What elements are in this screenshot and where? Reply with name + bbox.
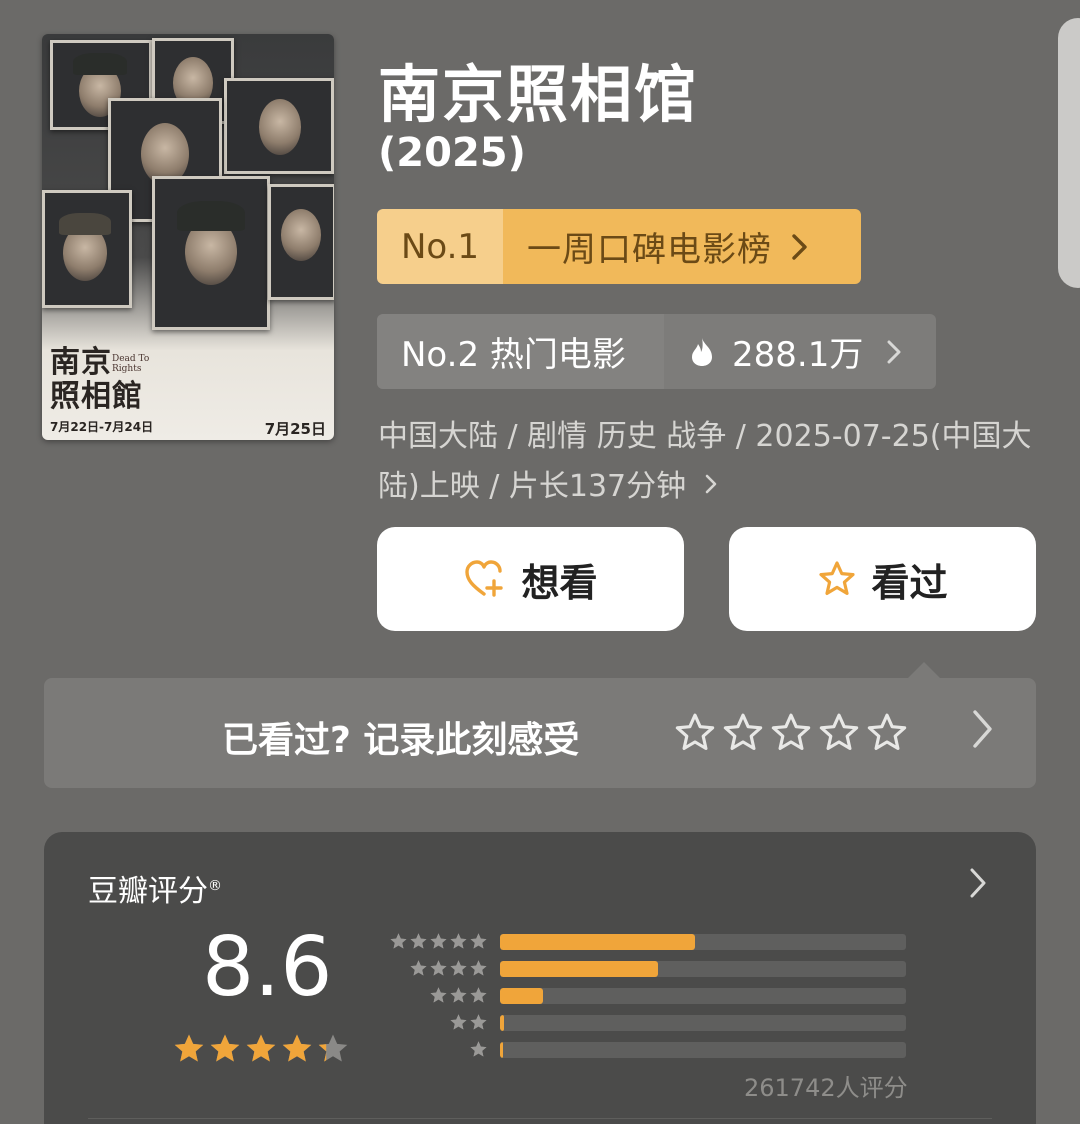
rating-distribution-bar	[500, 1042, 503, 1058]
record-feeling-row[interactable]: 已看过? 记录此刻感受	[44, 662, 1036, 788]
chevron-right-icon	[887, 340, 901, 363]
rating-distribution-bar	[500, 988, 543, 1004]
watched-button[interactable]: 看过	[729, 527, 1036, 631]
chevron-right-icon	[973, 710, 992, 748]
star-icon	[819, 561, 856, 595]
next-card-edge[interactable]	[1058, 18, 1080, 288]
rating-count: 261742人评分	[744, 1074, 908, 1102]
douban-rating-card[interactable]: 豆瓣评分® 8.6 261742人评分	[44, 832, 1036, 1124]
want-to-watch-button[interactable]: 想看	[377, 527, 684, 631]
small-star-icon	[430, 960, 447, 976]
movie-poster[interactable]: 南京 照相館 Dead To Rights 7月22日-7月24日 7月25日	[42, 34, 334, 440]
chevron-right-icon	[792, 233, 807, 260]
rating-distribution-bar	[500, 961, 659, 977]
poster-photo	[224, 78, 334, 174]
divider	[88, 1118, 992, 1119]
rating-star-icon	[318, 1034, 348, 1062]
rating-distribution-track	[500, 1015, 906, 1031]
rating-distribution-stars	[384, 1013, 488, 1031]
rating-distribution-track	[500, 961, 906, 977]
small-star-icon	[450, 987, 467, 1003]
small-star-icon	[470, 933, 487, 949]
rating-score: 8.6	[202, 920, 333, 1015]
chevron-right-icon	[705, 474, 717, 494]
small-star-icon	[470, 1041, 487, 1057]
registered-mark: ®	[208, 878, 222, 894]
movie-title: 南京照相馆	[378, 58, 699, 131]
small-star-icon	[450, 933, 467, 949]
want-to-watch-label: 想看	[521, 560, 598, 605]
small-star-icon	[430, 933, 447, 949]
record-feeling-prompt: 已看过? 记录此刻感受	[222, 720, 580, 761]
watched-label: 看过	[871, 560, 948, 605]
rating-distribution-track	[500, 934, 906, 950]
empty-star-icon[interactable]	[866, 712, 908, 754]
rating-distribution-row	[384, 1040, 914, 1067]
small-star-icon	[470, 1014, 487, 1030]
heart-plus-icon	[465, 560, 504, 597]
movie-year: (2025)	[378, 130, 526, 176]
flame-icon	[692, 337, 712, 366]
small-star-icon	[410, 933, 427, 949]
empty-star-icon[interactable]	[674, 712, 716, 754]
rating-distribution-track	[500, 1042, 906, 1058]
hot-movie-rank-banner[interactable]: No.2 热门电影 288.1万	[377, 314, 936, 389]
poster-photo	[152, 176, 270, 330]
heat-value: 288.1万	[732, 335, 864, 375]
rating-distribution-bar	[500, 934, 695, 950]
douban-rating-label: 豆瓣评分®	[88, 874, 222, 909]
rating-star-icon	[246, 1034, 276, 1062]
rating-distribution-stars	[384, 932, 488, 950]
rating-distribution-row	[384, 932, 914, 959]
poster-subtitle: Dead To Rights	[112, 354, 150, 374]
rating-star-icon	[174, 1034, 204, 1062]
poster-photo	[42, 190, 132, 308]
small-star-icon	[450, 1014, 467, 1030]
empty-star-icon[interactable]	[770, 712, 812, 754]
empty-star-icon[interactable]	[722, 712, 764, 754]
small-star-icon	[390, 933, 407, 949]
small-star-icon	[470, 987, 487, 1003]
poster-photo	[268, 184, 334, 300]
rating-distribution-bar	[500, 1015, 505, 1031]
rating-star-icon	[210, 1034, 240, 1062]
rating-star-icon	[282, 1034, 312, 1062]
weekly-rank-list: 一周口碑电影榜	[503, 209, 861, 284]
rating-distribution-row	[384, 1013, 914, 1040]
movie-meta-info[interactable]: 中国大陆 / 剧情 历史 战争 / 2025-07-25(中国大陆)上映 / 片…	[378, 412, 1038, 512]
heat-index: 288.1万	[664, 314, 936, 389]
poster-dates: 7月22日-7月24日	[50, 420, 154, 434]
weekly-rank-banner[interactable]: No.1 一周口碑电影榜	[377, 209, 861, 284]
small-star-icon	[450, 960, 467, 976]
small-star-icon	[430, 987, 447, 1003]
rating-distribution-stars	[384, 959, 488, 977]
rating-distribution-stars	[384, 986, 488, 1004]
hot-movie-rank: No.2 热门电影	[377, 314, 664, 389]
rating-distribution-stars	[384, 1040, 488, 1058]
small-star-icon	[470, 960, 487, 976]
empty-star-icon[interactable]	[818, 712, 860, 754]
rating-distribution-row	[384, 986, 914, 1013]
chevron-right-icon	[970, 868, 986, 898]
rating-distribution-track	[500, 988, 906, 1004]
rating-score-stars	[172, 1032, 350, 1066]
weekly-rank-number: No.1	[377, 209, 503, 284]
weekly-rank-list-name: 一周口碑电影榜	[527, 230, 772, 270]
small-star-icon	[410, 960, 427, 976]
empty-rating-stars[interactable]	[674, 712, 908, 754]
poster-release-date: 7月25日	[264, 420, 326, 438]
movie-detail-page: 南京 照相館 Dead To Rights 7月22日-7月24日 7月25日 …	[0, 0, 1080, 1124]
rating-distribution-row	[384, 959, 914, 986]
